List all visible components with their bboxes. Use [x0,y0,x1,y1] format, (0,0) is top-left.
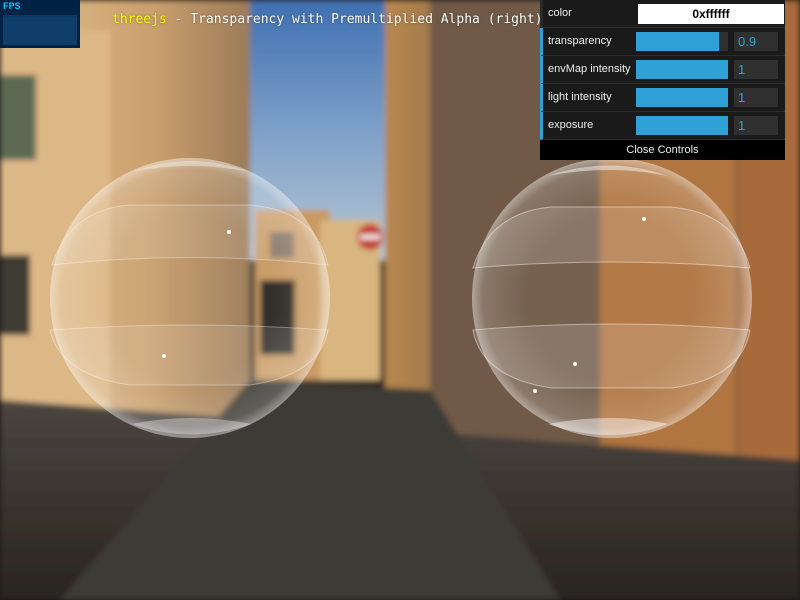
left-sphere [49,158,330,438]
controls-panel: color 0xffffff transparency 0.9 envMap i… [540,0,785,160]
close-controls-button[interactable]: Close Controls [540,140,785,160]
exposure-control: exposure 1 [540,112,785,140]
color-input[interactable]: 0xffffff [638,4,784,24]
light-intensity-input[interactable]: 1 [734,88,778,107]
envmap-intensity-control: envMap intensity 1 [540,56,785,84]
threejs-link[interactable]: threejs [112,12,167,27]
envmap-intensity-slider[interactable] [636,60,728,79]
exposure-label: exposure [548,119,594,131]
transparency-slider-fill [636,32,719,51]
color-control: color 0xffffff [540,0,785,28]
transparency-label: transparency [548,35,612,47]
envmap-intensity-slider-fill [636,60,728,79]
transparency-input[interactable]: 0.9 [734,32,778,51]
title-text: - Transparency with Premultiplied Alpha … [166,12,543,27]
transparency-slider[interactable] [636,32,728,51]
fps-stats-panel[interactable]: FPS [0,0,80,48]
fps-label: FPS [3,1,21,11]
light-intensity-slider-fill [636,88,728,107]
exposure-input[interactable]: 1 [734,116,778,135]
right-sphere [472,158,752,438]
fps-graph [3,15,77,45]
light-intensity-label: light intensity [548,91,612,103]
transparency-control: transparency 0.9 [540,28,785,56]
page-title: threejs - Transparency with Premultiplie… [112,12,542,27]
color-label: color [548,7,572,19]
envmap-intensity-label: envMap intensity [548,63,631,75]
light-intensity-control: light intensity 1 [540,84,785,112]
envmap-intensity-input[interactable]: 1 [734,60,778,79]
exposure-slider[interactable] [636,116,728,135]
exposure-slider-fill [636,116,728,135]
light-intensity-slider[interactable] [636,88,728,107]
